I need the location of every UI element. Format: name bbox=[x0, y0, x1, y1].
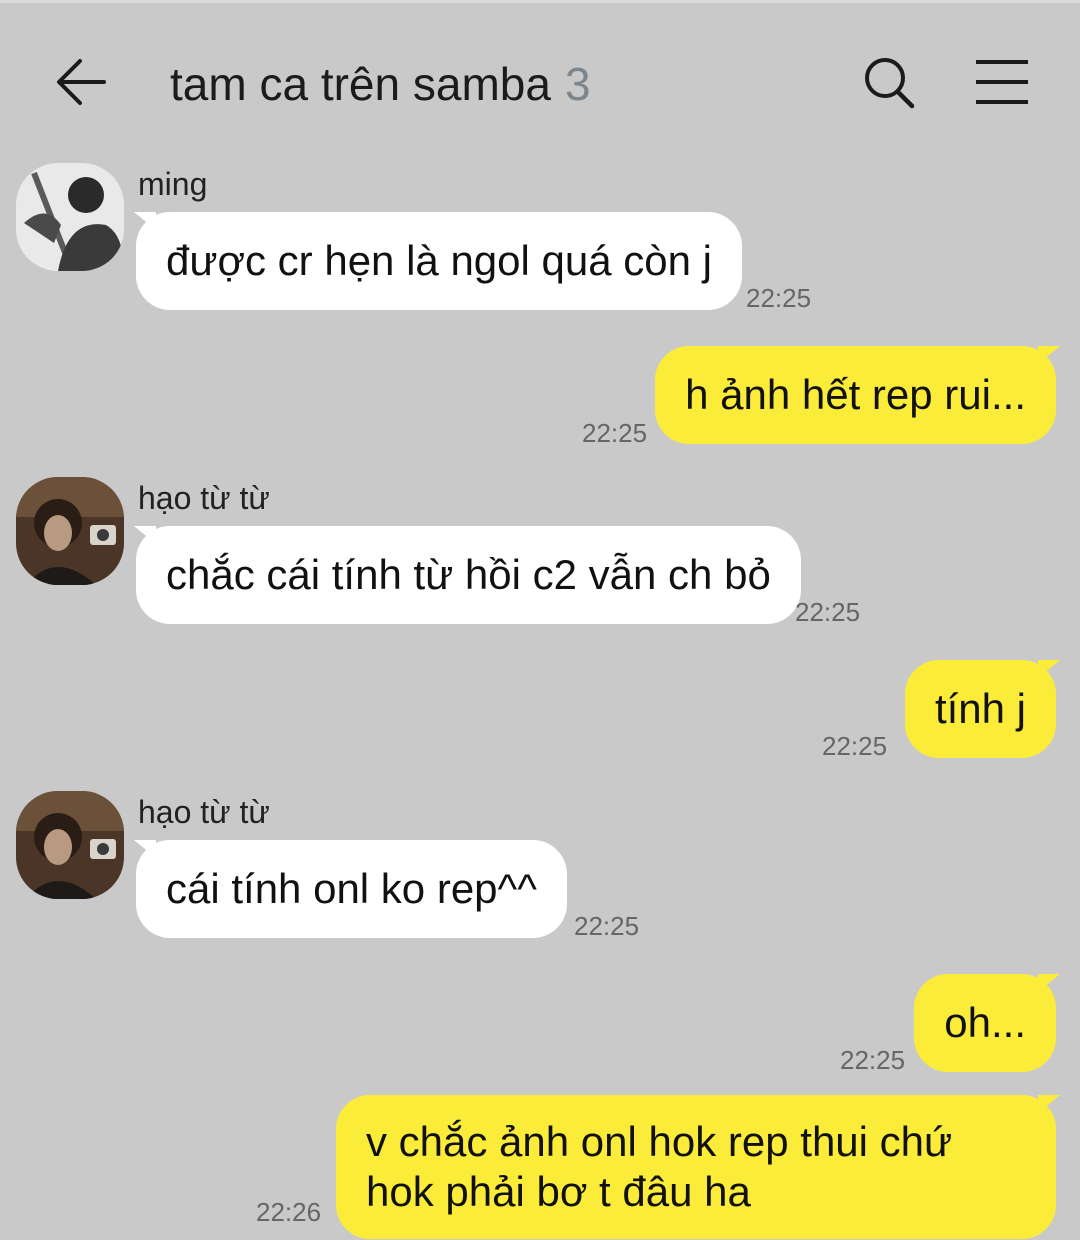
message-time: 22:25 bbox=[795, 597, 861, 627]
back-arrow-icon bbox=[57, 59, 106, 105]
profile-photo-icon bbox=[16, 163, 124, 271]
message-time: 22:25 bbox=[822, 731, 888, 761]
sender-name: hạo từ từ bbox=[138, 794, 270, 830]
avatar-ming[interactable] bbox=[16, 163, 124, 271]
sender-name: ming bbox=[138, 166, 208, 202]
message-bubble-outgoing[interactable]: h ảnh hết rep rui... bbox=[655, 346, 1056, 444]
profile-photo-icon bbox=[16, 477, 124, 585]
sender-name: hạo từ từ bbox=[138, 480, 270, 516]
search-icon bbox=[865, 58, 915, 109]
member-count: 3 bbox=[564, 58, 591, 110]
message-time: 22:25 bbox=[840, 1045, 906, 1075]
avatar-hao-tu-tu[interactable] bbox=[16, 791, 124, 899]
chat-room-name: tam ca trên samba bbox=[170, 58, 551, 110]
avatar-hao-tu-tu[interactable] bbox=[16, 477, 124, 585]
back-button[interactable] bbox=[48, 52, 112, 112]
message-bubble-incoming[interactable]: chắc cái tính từ hồi c2 vẫn ch bỏ bbox=[136, 526, 801, 624]
search-button[interactable] bbox=[858, 52, 922, 116]
message-bubble-outgoing[interactable]: v chắc ảnh onl hok rep thui chứ hok phải… bbox=[336, 1095, 1056, 1239]
chat-title: tam ca trên samba 3 bbox=[170, 54, 591, 114]
message-time: 22:25 bbox=[746, 283, 812, 313]
message-time: 22:26 bbox=[256, 1197, 322, 1227]
chat-header: tam ca trên samba 3 bbox=[0, 0, 1080, 160]
profile-photo-icon bbox=[16, 791, 124, 899]
message-time: 22:25 bbox=[574, 911, 640, 941]
message-bubble-outgoing[interactable]: oh... bbox=[914, 974, 1056, 1072]
message-bubble-incoming[interactable]: cái tính onl ko rep^^ bbox=[136, 840, 567, 938]
menu-button[interactable] bbox=[968, 52, 1036, 112]
message-bubble-incoming[interactable]: được cr hẹn là ngol quá còn j bbox=[136, 212, 742, 310]
hamburger-menu-icon bbox=[976, 60, 1028, 104]
message-bubble-outgoing[interactable]: tính j bbox=[904, 660, 1056, 758]
message-time: 22:25 bbox=[582, 418, 648, 448]
